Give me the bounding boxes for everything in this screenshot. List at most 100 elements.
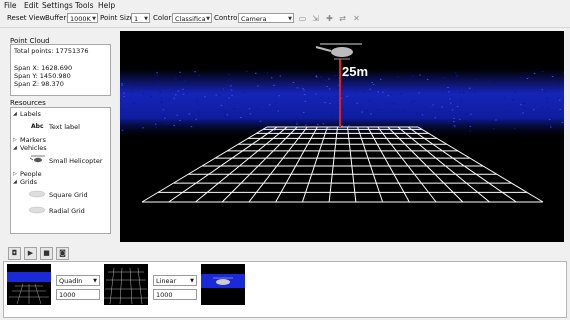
cloud-point <box>558 99 561 101</box>
cloud-point <box>336 74 339 76</box>
interpolation-select-2[interactable]: Linear ▼ <box>153 275 197 286</box>
play-button[interactable]: ▶ <box>24 247 37 260</box>
cloud-point <box>418 87 420 89</box>
cloud-point <box>177 90 180 92</box>
cloud-point <box>541 71 544 73</box>
interpolation-select-1[interactable]: QuadIn ▼ <box>56 275 100 286</box>
cloud-point <box>143 93 145 95</box>
helicopter-icon <box>30 155 45 163</box>
cloud-point <box>195 118 197 120</box>
add-keyframe-button[interactable]: ◙ <box>56 247 69 260</box>
cloud-point <box>453 125 456 127</box>
cloud-point <box>324 102 326 103</box>
tree-category-labels[interactable]: Labels <box>20 110 41 118</box>
cloud-point <box>175 94 177 96</box>
cloud-point <box>552 81 555 83</box>
menu-settings[interactable]: Settings <box>42 1 73 10</box>
cloud-point <box>513 127 516 129</box>
menu-file[interactable]: File <box>4 1 17 10</box>
move-icon[interactable]: ⇲ <box>310 13 321 24</box>
cloud-point <box>257 85 259 87</box>
tree-category-grids[interactable]: Grids <box>20 178 37 186</box>
cloud-point <box>342 109 345 110</box>
cloud-point <box>219 94 221 96</box>
tree-item-text-label[interactable]: Text label <box>49 123 80 131</box>
cloud-point <box>273 84 275 86</box>
cloud-point <box>228 78 231 80</box>
menu-help[interactable]: Help <box>98 1 115 10</box>
expanded-triangle-icon[interactable]: ◢ <box>13 111 17 117</box>
control-select[interactable]: Camera ▼ <box>238 13 294 23</box>
cloud-point <box>173 89 175 91</box>
cloud-point <box>520 104 522 106</box>
cloud-point <box>304 100 307 102</box>
resources-tree: ◢ Labels Abc Text label ▷ Markers ◢ Vehi… <box>10 107 111 234</box>
buffer-label: Buffer: <box>45 14 69 22</box>
cloud-point <box>179 71 181 73</box>
duration-input-2[interactable]: 1000 <box>153 289 197 300</box>
cloud-point <box>303 89 305 91</box>
collapsed-triangle-icon[interactable]: ▷ <box>13 171 17 177</box>
split-icon[interactable]: ⇄ <box>337 13 348 24</box>
cloud-point <box>546 101 548 103</box>
cloud-point <box>466 112 468 114</box>
cloud-point <box>418 92 420 94</box>
collapsed-triangle-icon[interactable]: ▷ <box>13 137 17 143</box>
tree-item-square-grid[interactable]: Square Grid <box>49 191 88 199</box>
cloud-point <box>159 92 162 94</box>
cloud-point <box>366 110 368 112</box>
duration-input-1[interactable]: 1000 <box>56 289 100 300</box>
cloud-point <box>154 123 157 125</box>
cloud-point <box>533 73 536 74</box>
cloud-point <box>331 114 333 116</box>
expanded-triangle-icon[interactable]: ◢ <box>13 145 17 151</box>
cloud-point <box>541 106 543 108</box>
cloud-point <box>173 124 175 126</box>
cloud-point <box>455 76 458 78</box>
tree-item-radial-grid[interactable]: Radial Grid <box>49 207 85 215</box>
tree-category-people[interactable]: People <box>20 170 42 178</box>
expanded-triangle-icon[interactable]: ◢ <box>13 179 17 185</box>
delete-icon[interactable]: ✕ <box>351 13 362 24</box>
keyframe-thumbnail-1[interactable] <box>7 264 51 305</box>
cloud-point <box>447 87 449 88</box>
menu-edit[interactable]: Edit <box>24 1 39 10</box>
record-button[interactable]: ◘ <box>8 247 21 260</box>
reset-view-button[interactable]: Reset View <box>7 14 45 22</box>
cloud-point <box>322 123 325 125</box>
cloud-point <box>549 124 552 126</box>
cloud-point <box>170 90 172 92</box>
cloud-point <box>411 102 413 103</box>
keyframe-thumbnail-2[interactable] <box>104 264 148 305</box>
add-camera-icon: ◙ <box>59 249 66 257</box>
cloud-point <box>172 86 175 88</box>
tree-item-small-helicopter[interactable]: Small Helicopter <box>49 157 103 165</box>
cloud-point <box>121 129 124 131</box>
cloud-point <box>413 123 415 125</box>
buffer-select[interactable]: 1000K ▼ <box>67 13 98 23</box>
menu-tools[interactable]: Tools <box>75 1 93 10</box>
cloud-point <box>453 121 455 123</box>
cloud-point <box>324 122 326 124</box>
cloud-point <box>315 93 317 95</box>
cloud-point <box>419 74 421 76</box>
cloud-point <box>182 93 185 95</box>
tree-category-markers[interactable]: Markers <box>20 136 46 144</box>
color-select[interactable]: Classifica ▼ <box>172 13 212 23</box>
cloud-point <box>228 74 230 76</box>
cloud-point <box>228 97 230 99</box>
cloud-point <box>328 127 331 129</box>
stop-button[interactable]: ■ <box>40 247 53 260</box>
keyframe-thumbnail-3[interactable] <box>201 264 245 305</box>
cloud-point <box>459 118 461 120</box>
cloud-point <box>123 96 125 97</box>
cloud-point <box>409 79 412 81</box>
point-size-select[interactable]: 1 ▼ <box>131 13 150 23</box>
camera-icon[interactable]: ▭ <box>297 13 308 24</box>
3d-viewport[interactable]: 25m <box>120 31 564 242</box>
cloud-point <box>303 94 306 95</box>
tree-category-vehicles[interactable]: Vehicles <box>20 144 47 152</box>
cloud-point <box>204 96 206 98</box>
add-icon[interactable]: ✚ <box>324 13 335 24</box>
cloud-point <box>336 87 339 89</box>
